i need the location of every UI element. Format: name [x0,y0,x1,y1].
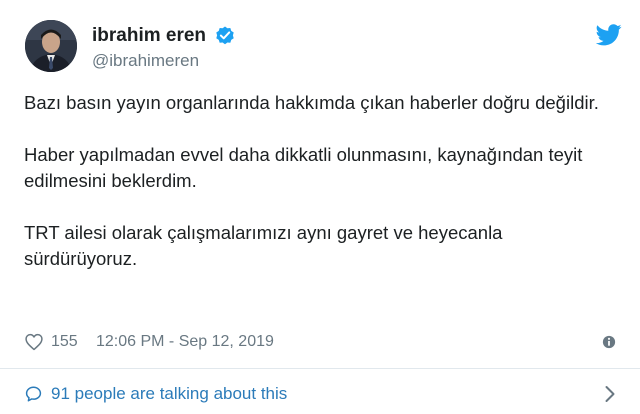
chevron-right-icon[interactable] [604,385,616,403]
avatar[interactable] [25,20,77,72]
speech-bubble-icon [25,386,42,402]
display-name[interactable]: ibrahim eren [92,25,206,47]
tweet-paragraph: TRT ailesi olarak çalışmalarımızı aynı g… [24,222,503,269]
tweet-timestamp[interactable]: 12:06 PM - Sep 12, 2019 [96,330,274,354]
info-icon[interactable] [602,335,616,349]
tweet-meta: 155 12:06 PM - Sep 12, 2019 [24,330,620,354]
tweet-text: Bazı basın yayın organlarında hakkımda ç… [24,90,614,272]
conversation-label[interactable]: 91 people are talking about this [51,382,287,406]
like-count[interactable]: 155 [51,330,78,354]
tweet-paragraph: Bazı basın yayın organlarında hakkımda ç… [24,92,599,113]
user-portrait-avatar [25,20,77,72]
conversation-link[interactable]: 91 people are talking about this [0,369,640,414]
tweet-paragraph: Haber yapılmadan evvel daha dikkatli olu… [24,144,583,191]
verified-badge-icon [216,26,234,45]
twitter-bird-icon[interactable] [596,24,622,46]
embedded-tweet: ibrahim eren @ibrahimeren Bazı basın yay… [0,0,640,414]
heart-icon[interactable] [24,332,44,352]
user-handle[interactable]: @ibrahimeren [92,51,199,71]
